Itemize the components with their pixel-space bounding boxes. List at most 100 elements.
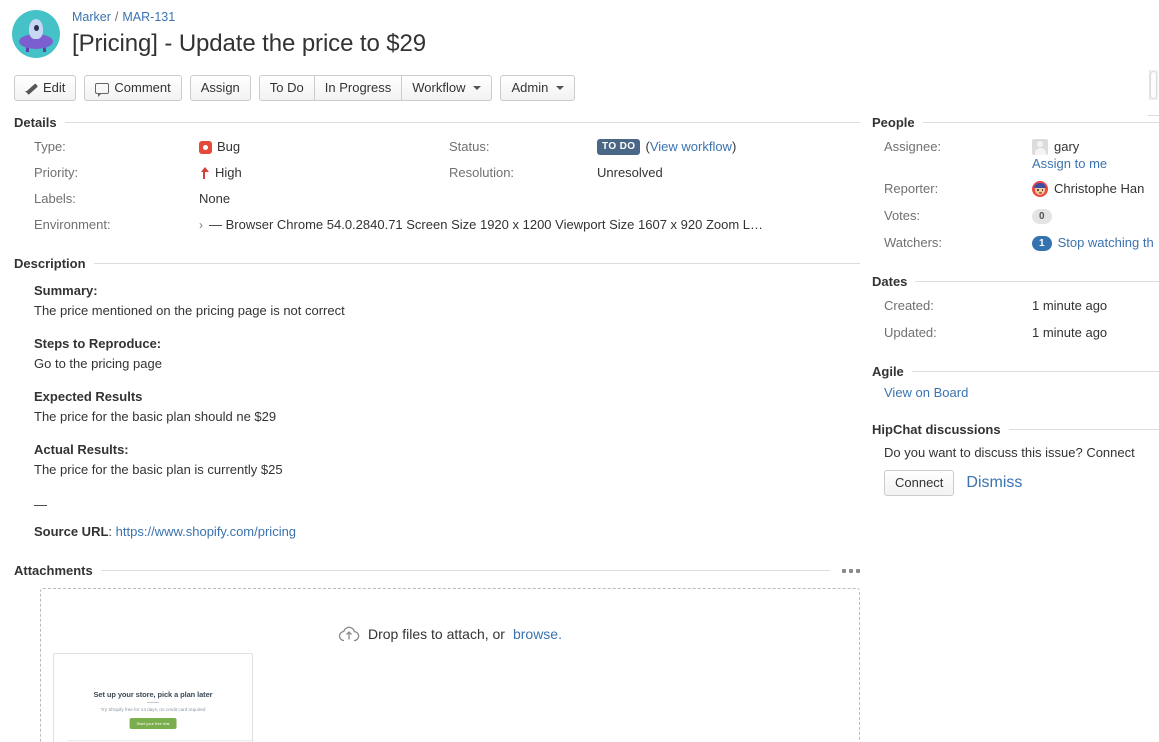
priority-high-arrow-icon: [199, 166, 210, 180]
actual-text: The price for the basic plan is currentl…: [34, 460, 860, 479]
todo-button-label: To Do: [270, 76, 304, 100]
source-url-link[interactable]: https://www.shopify.com/pricing: [116, 524, 296, 539]
edit-button[interactable]: Edit: [14, 75, 76, 101]
people-heading: People: [872, 115, 915, 130]
reporter-value-row[interactable]: Christophe Han: [1032, 180, 1159, 198]
in-progress-button-label: In Progress: [325, 76, 391, 100]
summary-label: Summary:: [34, 281, 860, 300]
jira-issue-page: Marker / MAR-131 [Pricing] - Update the pr…: [0, 0, 1159, 742]
resolution-label: Resolution:: [449, 164, 597, 182]
hipchat-heading: HipChat discussions: [872, 422, 1001, 437]
issue-sidebar: People Assignee: gary Assign to me Repor…: [860, 115, 1159, 742]
breadcrumb-issue-link[interactable]: MAR-131: [122, 10, 175, 24]
environment-label: Environment:: [34, 216, 199, 234]
agile-divider: [912, 371, 1159, 372]
people-section-header: People: [872, 115, 1159, 130]
comment-button-label: Comment: [114, 76, 170, 100]
attachments-more-options-icon[interactable]: [838, 569, 860, 573]
avatar: [1032, 181, 1048, 197]
admin-button-label: Admin: [511, 76, 548, 100]
breadcrumb: Marker / MAR-131: [72, 9, 426, 25]
assignee-label: Assignee:: [884, 138, 1032, 171]
workflow-button-label: Workflow: [412, 76, 465, 100]
details-grid: Type: Bug Priority: High Labels: None En…: [14, 138, 860, 234]
issue-toolbar: Edit Comment Assign To Do In Progress Wo…: [0, 59, 1159, 101]
attachment-thumbnail[interactable]: Set up your store, pick a plan later Try…: [53, 653, 253, 742]
pencil-icon: [25, 82, 38, 95]
reporter-value: Christophe Han: [1054, 180, 1144, 198]
watchers-value-row[interactable]: 1 Stop watching th: [1032, 234, 1159, 252]
created-value: 1 minute ago: [1032, 297, 1159, 315]
bug-icon: [199, 141, 212, 154]
comment-button[interactable]: Comment: [84, 75, 181, 101]
description-body: Summary: The price mentioned on the pric…: [14, 277, 860, 541]
description-heading: Description: [14, 256, 86, 271]
view-workflow-link[interactable]: View workflow: [650, 139, 732, 154]
type-value: Bug: [217, 138, 240, 156]
workflow-button-group: To Do In Progress Workflow: [259, 75, 493, 101]
agile-section: Agile View on Board: [872, 364, 1159, 400]
summary-text: The price mentioned on the pricing page …: [34, 301, 860, 320]
chevron-down-icon: [556, 86, 564, 90]
project-avatar-icon[interactable]: [12, 10, 60, 58]
assign-to-me-link[interactable]: Assign to me: [1032, 156, 1159, 171]
attachments-section-header: Attachments: [14, 563, 860, 578]
steps-text: Go to the pricing page: [34, 354, 860, 373]
assignee-value-row[interactable]: gary: [1032, 138, 1159, 156]
breadcrumb-project-link[interactable]: Marker: [72, 10, 111, 24]
attachment-dropzone[interactable]: Drop files to attach, or browse. Set up …: [40, 588, 860, 742]
priority-value: High: [215, 164, 242, 182]
thumbnail-subtitle: Try Shopify free for 14 days, no credit …: [54, 707, 252, 712]
people-grid: Assignee: gary Assign to me Reporter: Ch…: [872, 138, 1159, 252]
source-url-colon: :: [108, 524, 112, 539]
assign-button[interactable]: Assign: [190, 75, 251, 101]
dates-heading: Dates: [872, 274, 907, 289]
in-progress-button[interactable]: In Progress: [314, 75, 401, 101]
description-divider: [94, 263, 860, 264]
hipchat-prompt: Do you want to discuss this issue? Conne…: [872, 445, 1159, 460]
updated-value: 1 minute ago: [1032, 324, 1159, 342]
reporter-label: Reporter:: [884, 180, 1032, 198]
attachments-heading: Attachments: [14, 563, 93, 578]
issue-header: Marker / MAR-131 [Pricing] - Update the pr…: [0, 0, 1159, 101]
page-title: [Pricing] - Update the price to $29: [72, 29, 426, 59]
votes-value-row[interactable]: 0: [1032, 207, 1159, 225]
details-section-header: Details: [14, 115, 860, 130]
expected-label: Expected Results: [34, 387, 860, 406]
status-badge: TO DO: [597, 139, 640, 155]
watchers-label: Watchers:: [884, 234, 1032, 252]
type-label: Type:: [34, 138, 199, 156]
source-url-label: Source URL: [34, 524, 108, 539]
hipchat-dismiss-link[interactable]: Dismiss: [966, 474, 1022, 492]
watchers-badge: 1: [1032, 236, 1052, 251]
vertical-scrollbar-thumb[interactable]: [1150, 71, 1157, 99]
people-divider: [923, 122, 1159, 123]
status-value-row: TO DO (View workflow): [597, 138, 860, 156]
workflow-dropdown-button[interactable]: Workflow: [401, 75, 492, 101]
browse-link[interactable]: browse.: [513, 626, 562, 642]
header-underline: [1148, 115, 1159, 116]
issue-main-column: Details Type: Bug Priority: High Labels:: [0, 115, 860, 742]
priority-label: Priority:: [34, 164, 199, 182]
source-url-row: Source URL: https://www.shopify.com/pric…: [34, 522, 860, 541]
stop-watching-link[interactable]: Stop watching th: [1058, 234, 1154, 252]
view-on-board-link[interactable]: View on Board: [884, 385, 968, 400]
thumbnail-cta-button: Start your free trial: [130, 718, 177, 729]
actual-label: Actual Results:: [34, 440, 860, 459]
breadcrumb-separator: /: [115, 10, 118, 24]
attachments-section: Attachments Drop files to atta: [14, 563, 860, 742]
admin-dropdown-button[interactable]: Admin: [500, 75, 575, 101]
hipchat-connect-button[interactable]: Connect: [884, 470, 954, 496]
description-divider-dash: —: [34, 495, 860, 514]
thumbnail-title: Set up your store, pick a plan later: [54, 690, 252, 699]
view-workflow-wrap: (View workflow): [645, 138, 736, 156]
steps-label: Steps to Reproduce:: [34, 334, 860, 353]
status-label: Status:: [449, 138, 597, 156]
avatar: [1032, 139, 1048, 155]
chevron-right-icon[interactable]: ›: [199, 219, 203, 231]
todo-button[interactable]: To Do: [259, 75, 314, 101]
agile-section-header: Agile: [872, 364, 1159, 379]
updated-label: Updated:: [884, 324, 1032, 342]
assign-button-label: Assign: [201, 76, 240, 100]
dates-grid: Created: 1 minute ago Updated: 1 minute …: [872, 297, 1159, 342]
